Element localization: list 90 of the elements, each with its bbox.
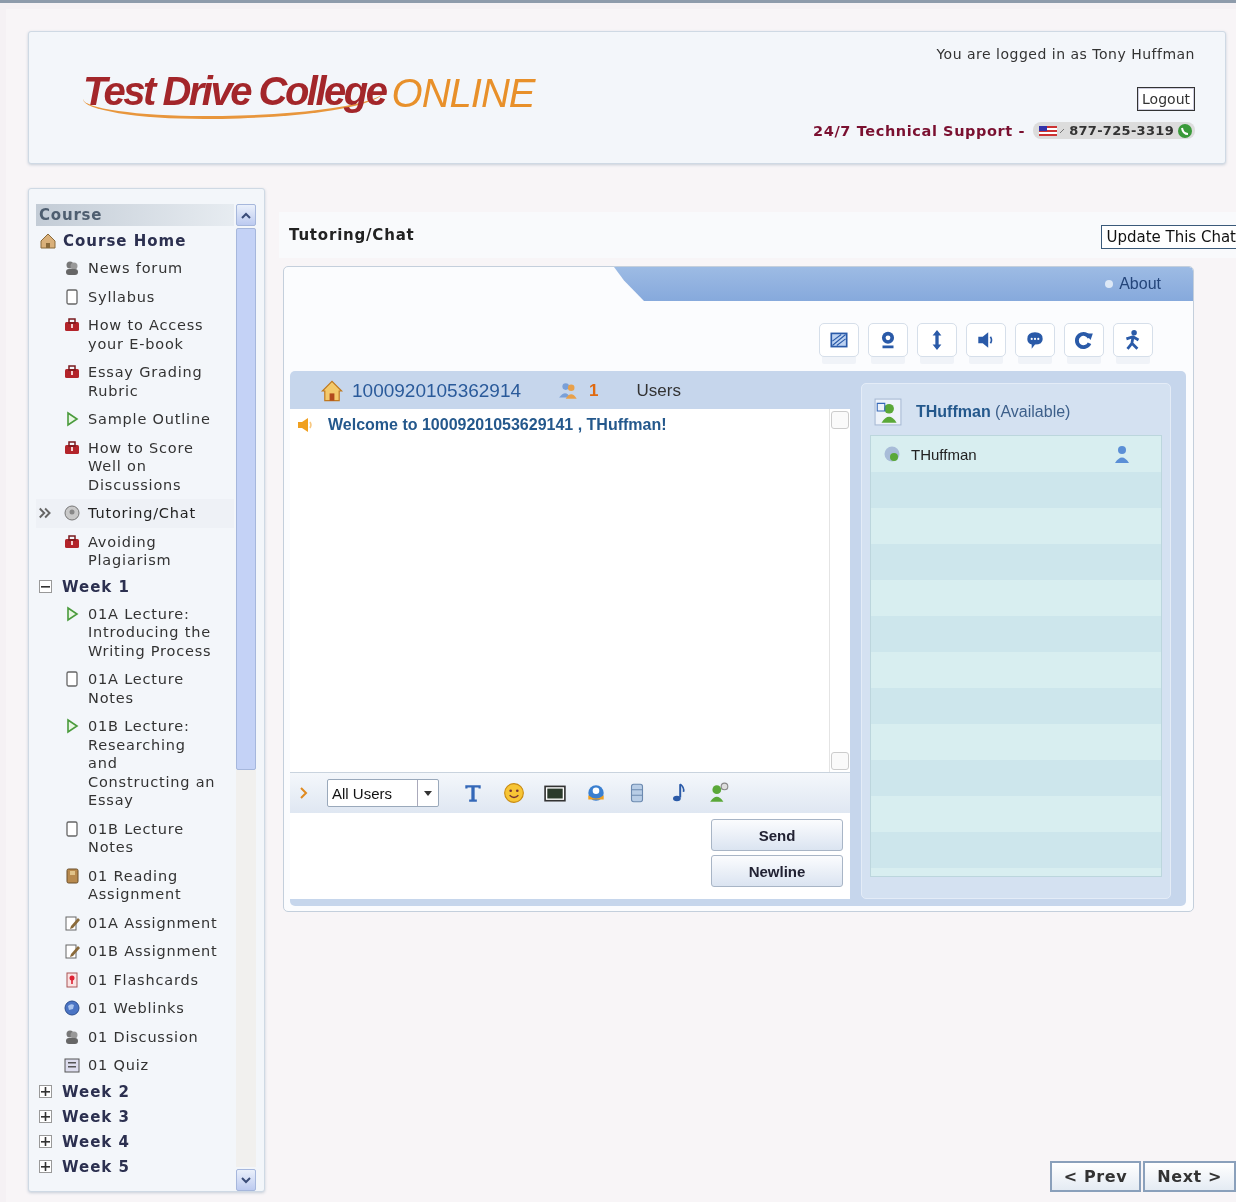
user-icon <box>874 398 902 426</box>
logout-button[interactable]: Logout <box>1137 87 1195 111</box>
scroll-down-button[interactable] <box>236 1169 256 1191</box>
course-item[interactable]: 01B Assignment <box>36 937 234 966</box>
house-icon <box>320 379 344 403</box>
course-item[interactable]: 01B Lecture Notes <box>36 814 234 862</box>
course-item[interactable]: 01A Assignment <box>36 908 234 937</box>
add-user-icon <box>708 782 730 804</box>
users-label: Users <box>636 381 681 401</box>
question-card-icon <box>63 970 81 989</box>
phone-icon <box>1178 123 1192 138</box>
course-item[interactable]: 01B Lecture: Researching and Constructing an Essay <box>36 712 234 815</box>
checklist-icon <box>63 1056 81 1074</box>
login-status: You are logged in as Tony Huffman <box>936 46 1195 62</box>
person-icon <box>1113 445 1131 463</box>
course-item[interactable]: News forum <box>36 254 234 283</box>
people-icon <box>63 259 81 277</box>
course-item[interactable]: Sample Outline <box>36 405 234 434</box>
course-item[interactable]: 01 Reading Assignment <box>36 861 234 909</box>
course-item[interactable]: 01A Lecture Notes <box>36 665 234 712</box>
briefcase-icon <box>63 532 81 551</box>
chat-message: Welcome to 10009201053629141 , THuffman! <box>328 416 667 434</box>
tree-heading[interactable]: Week 4 <box>62 1132 130 1151</box>
course-item[interactable]: Syllabus <box>36 282 234 311</box>
briefcase-icon <box>63 363 81 381</box>
edit-icon <box>63 913 81 932</box>
edit-icon <box>63 942 81 960</box>
tree-heading[interactable]: Week 2 <box>62 1082 130 1101</box>
room-name: 1000920105362914 <box>352 380 522 402</box>
briefcase-icon <box>63 316 81 334</box>
plus-icon <box>41 1137 50 1146</box>
course-item[interactable]: 01 Discussion <box>36 1022 234 1051</box>
font-icon <box>462 782 484 804</box>
bullet-icon <box>1105 280 1114 288</box>
caret-down-icon <box>424 790 432 796</box>
course-item[interactable]: 01 Weblinks <box>36 994 234 1023</box>
globe-icon <box>63 999 81 1017</box>
course-item[interactable]: 01 Quiz <box>36 1051 234 1080</box>
course-item[interactable]: 01 Flashcards <box>36 965 234 994</box>
smiley-icon <box>503 782 525 804</box>
course-item[interactable]: Tutoring/Chat <box>36 499 234 528</box>
book-icon <box>63 866 81 885</box>
briefcase-icon <box>63 438 81 457</box>
course-item[interactable]: How to Score Well on Discussions <box>36 433 234 499</box>
scrollbar-thumb[interactable] <box>236 228 256 770</box>
panel-title: Course <box>36 204 234 226</box>
expand-toggle[interactable] <box>39 1085 52 1098</box>
tree-heading[interactable]: Course Home <box>63 232 187 250</box>
message-input[interactable]: Send Newline <box>290 813 850 899</box>
flag-icon <box>1039 124 1066 137</box>
speech-bubble-icon <box>1024 329 1046 351</box>
caret-up-icon <box>241 211 251 219</box>
course-item[interactable]: How to Access your E-book <box>36 311 234 358</box>
house-icon <box>39 232 57 250</box>
globe-icon <box>585 782 607 804</box>
tree-heading[interactable]: Week 1 <box>62 577 130 596</box>
plus-icon <box>41 1087 50 1096</box>
expand-toggle[interactable] <box>39 1160 52 1173</box>
expand-toggle[interactable] <box>39 1135 52 1148</box>
chat-icon <box>63 504 81 522</box>
refresh-icon <box>1073 329 1095 351</box>
prev-button[interactable]: < Prev <box>1049 1161 1142 1192</box>
current-user: THuffman (Available) <box>916 403 1071 421</box>
tree-heading[interactable]: Week 5 <box>62 1157 130 1176</box>
about-link[interactable]: About <box>1119 275 1161 293</box>
plus-icon <box>41 1112 50 1121</box>
plus-icon <box>41 1162 50 1171</box>
send-button[interactable]: Send <box>711 819 843 851</box>
update-chat-button[interactable]: Update This Chat <box>1101 225 1236 249</box>
phone-number: 877-725-3319 <box>1069 123 1174 138</box>
logo-text: ONLINE <box>391 71 535 116</box>
page-title: Tutoring/Chat <box>289 226 415 244</box>
page-icon <box>63 670 81 688</box>
user-row[interactable]: THuffman <box>871 436 1161 472</box>
page-icon <box>63 287 81 306</box>
course-item[interactable]: Avoiding Plagiarism <box>36 527 234 575</box>
expand-toggle[interactable] <box>39 1110 52 1123</box>
next-button[interactable]: Next > <box>1143 1161 1236 1192</box>
user-count: 1 <box>589 381 599 401</box>
newline-button[interactable]: Newline <box>711 855 843 887</box>
course-item[interactable]: 01A Lecture: Introducing the Writing Process <box>36 599 234 665</box>
scroll-up-button[interactable] <box>236 204 256 226</box>
recipient-dropdown[interactable]: All Users <box>327 779 439 807</box>
caret-down-icon <box>241 1176 251 1184</box>
collapse-toggle[interactable] <box>39 580 52 593</box>
logo-text: Test Drive College <box>83 68 386 119</box>
course-item[interactable]: Essay Grading Rubric <box>36 358 234 405</box>
support-label: 24/7 Technical Support - <box>813 122 1026 139</box>
page-icon <box>63 819 81 838</box>
tree-heading[interactable]: Week 3 <box>62 1107 130 1126</box>
